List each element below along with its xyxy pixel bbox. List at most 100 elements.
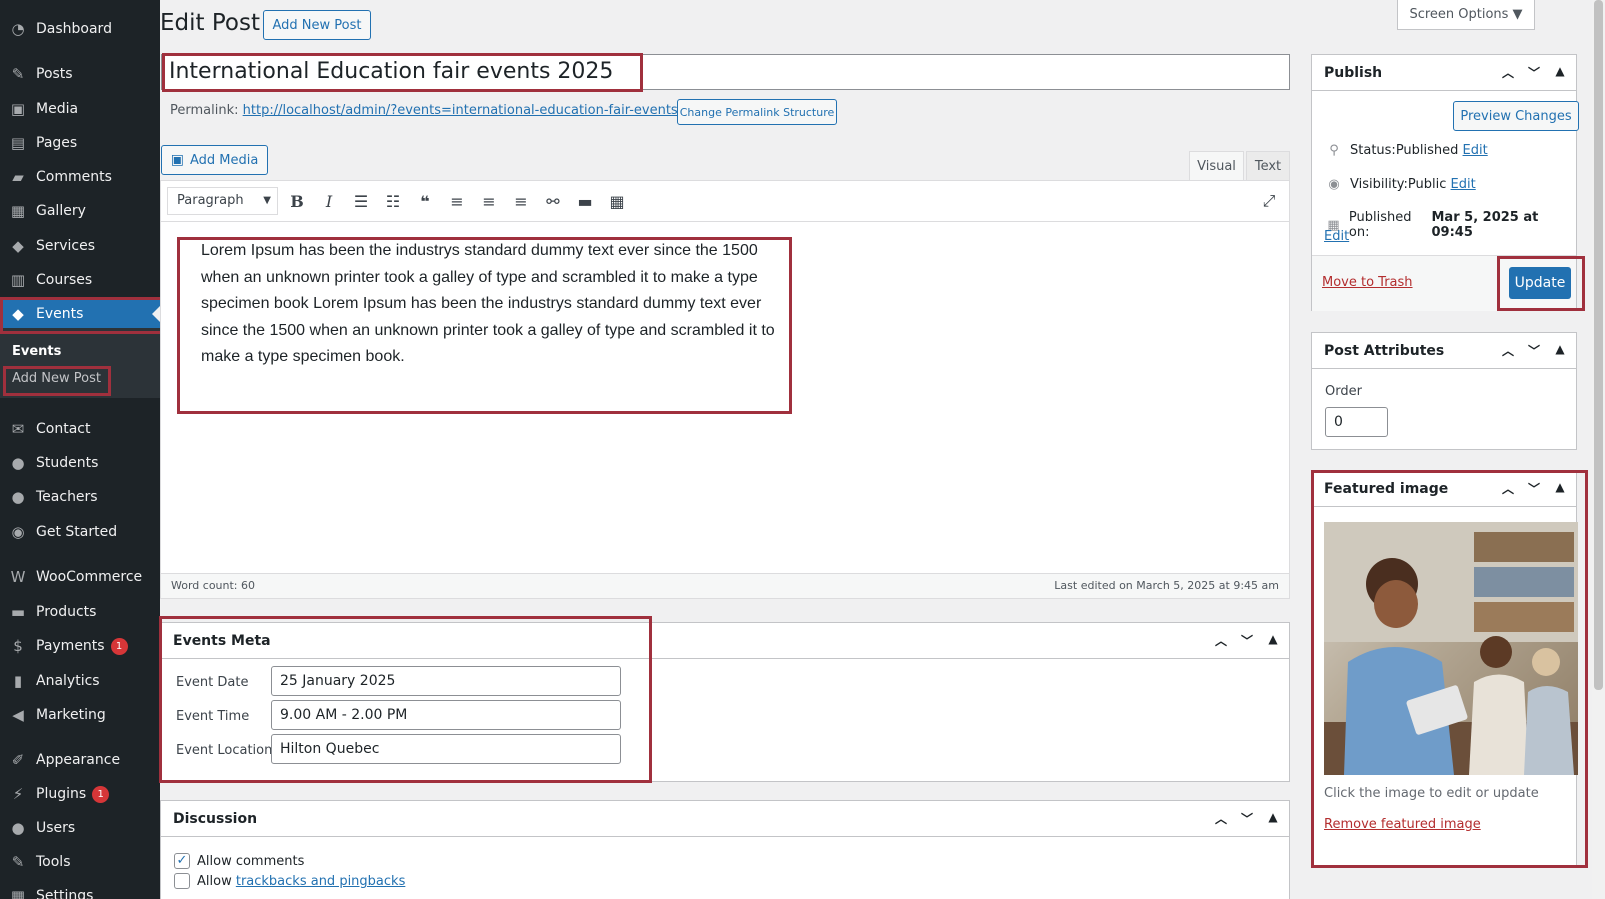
toggle-arrow-icon[interactable]: ▲ <box>1265 632 1281 649</box>
featured-image-box: Featured image ︿ ﹀ ▲ Click the image to ed… <box>1311 470 1578 868</box>
toggle-arrow-icon[interactable]: ▲ <box>1552 64 1568 81</box>
publish-box: Publish ︿ ﹀ ▲ Preview Changes ⚲ Status: Pub… <box>1311 54 1579 311</box>
events-meta-box: Events Meta ︿ ﹀ ▲ Event Date 25 January 20… <box>160 622 1290 782</box>
align-left-icon[interactable]: ≡ <box>445 191 469 211</box>
chevron-down-icon[interactable]: ﹀ <box>1526 342 1542 359</box>
status-edit-link[interactable]: Edit <box>1463 143 1488 158</box>
sidebar-item-marketing[interactable]: ◀ Marketing <box>0 698 160 732</box>
tab-visual[interactable]: Visual <box>1189 151 1244 181</box>
allow-comments-checkbox[interactable]: ✓ <box>174 853 190 869</box>
sidebar-item-teachers[interactable]: ● Teachers <box>0 480 160 514</box>
update-button[interactable]: Update <box>1509 267 1571 299</box>
sidebar-item-label: Events <box>36 306 84 322</box>
brush-icon: ✐ <box>11 751 25 769</box>
bar-chart-icon: ▮ <box>13 672 23 690</box>
post-content[interactable]: Lorem Ipsum has been the industrys stand… <box>201 238 781 371</box>
sidebar-item-tools[interactable]: ✎ Tools <box>0 845 160 879</box>
sidebar-item-comments[interactable]: ▰ Comments <box>0 160 160 194</box>
change-permalink-button[interactable]: Change Permalink Structure <box>677 99 837 125</box>
sidebar-item-events[interactable]: ◆ Events <box>0 297 160 331</box>
bullet-list-icon[interactable]: ☰ <box>349 191 373 211</box>
event-date-input[interactable]: 25 January 2025 <box>271 666 621 696</box>
move-to-trash-link[interactable]: Move to Trash <box>1322 275 1413 290</box>
megaphone-icon: ◀ <box>12 706 24 724</box>
chevron-down-icon[interactable]: ﹀ <box>1526 480 1542 497</box>
add-media-button[interactable]: ▣ Add Media <box>161 145 268 175</box>
bold-icon[interactable]: B <box>285 191 309 211</box>
toggle-arrow-icon[interactable]: ▲ <box>1552 480 1568 497</box>
blockquote-icon[interactable]: ❝ <box>413 191 437 211</box>
chevron-down-icon[interactable]: ﹀ <box>1239 810 1255 827</box>
scrollbar[interactable] <box>1592 0 1605 899</box>
trackbacks-link[interactable]: trackbacks and pingbacks <box>236 874 406 889</box>
sidebar-item-woocommerce[interactable]: W WooCommerce <box>0 560 160 594</box>
sidebar-item-users[interactable]: ● Users <box>0 811 160 845</box>
sidebar-item-services[interactable]: ◆ Services <box>0 229 160 263</box>
sidebar-item-gallery[interactable]: ▦ Gallery <box>0 194 160 228</box>
submenu-item-events[interactable]: Events <box>12 344 61 359</box>
fullscreen-icon[interactable]: ⤢ <box>1257 191 1281 211</box>
sidebar-item-analytics[interactable]: ▮ Analytics <box>0 664 160 698</box>
toolbar-toggle-icon[interactable]: ▦ <box>605 191 629 211</box>
submenu-item-add-new-post[interactable]: Add New Post <box>12 371 101 386</box>
sidebar-item-pages[interactable]: ▤ Pages <box>0 126 160 160</box>
page-title: Edit Post <box>160 10 260 36</box>
chevron-up-icon[interactable]: ︿ <box>1213 632 1229 649</box>
sidebar-item-appearance[interactable]: ✐ Appearance <box>0 743 160 777</box>
content-line: since the 1500 when an unknown printer t… <box>201 321 775 339</box>
featured-image-title: Featured image <box>1324 480 1449 497</box>
featured-image-thumbnail[interactable] <box>1324 522 1578 775</box>
globe-icon: ◉ <box>11 523 25 541</box>
chevron-up-icon[interactable]: ︿ <box>1500 480 1516 497</box>
allow-trackbacks-checkbox[interactable] <box>174 873 190 889</box>
sidebar-item-label: Get Started <box>36 524 118 540</box>
chevron-up-icon[interactable]: ︿ <box>1500 342 1516 359</box>
sidebar-item-media[interactable]: ▣ Media <box>0 92 160 126</box>
allow-trackbacks-label: Allow <box>197 874 236 889</box>
sidebar-item-payments[interactable]: $ Payments 1 <box>0 629 160 663</box>
toggle-arrow-icon[interactable]: ▲ <box>1265 810 1281 827</box>
sidebar-item-posts[interactable]: ✎ Posts <box>0 57 160 91</box>
chevron-down-icon[interactable]: ﹀ <box>1239 632 1255 649</box>
sidebar-item-dashboard[interactable]: ◔ Dashboard <box>0 12 160 46</box>
dashboard-icon: ◔ <box>11 20 25 38</box>
sidebar-item-label: Marketing <box>36 707 106 723</box>
sidebar-item-label: Contact <box>36 421 91 437</box>
screen-options-button[interactable]: Screen Options ▼ <box>1397 0 1535 30</box>
link-icon[interactable]: ⚯ <box>541 191 565 211</box>
italic-icon[interactable]: I <box>317 191 341 211</box>
visibility-edit-link[interactable]: Edit <box>1451 177 1476 192</box>
pin-icon: ✎ <box>11 65 25 83</box>
chevron-up-icon[interactable]: ︿ <box>1213 810 1229 827</box>
pin-icon: ⚲ <box>1329 143 1339 158</box>
read-more-icon[interactable]: ▬ <box>573 191 597 211</box>
remove-featured-image-link[interactable]: Remove featured image <box>1324 817 1481 832</box>
order-input[interactable]: 0 <box>1325 407 1388 437</box>
sidebar-item-products[interactable]: ▬ Products <box>0 595 160 629</box>
preview-changes-button[interactable]: Preview Changes <box>1453 101 1579 131</box>
discussion-box: Discussion ︿ ﹀ ▲ ✓ Allow comments Allow tr… <box>160 800 1290 899</box>
tab-text[interactable]: Text <box>1246 151 1290 181</box>
align-right-icon[interactable]: ≡ <box>509 191 533 211</box>
sidebar-item-settings[interactable]: ▦ Settings <box>0 879 160 899</box>
published-edit-link[interactable]: Edit <box>1324 229 1349 244</box>
products-icon: ▬ <box>10 603 26 621</box>
chevron-down-icon[interactable]: ﹀ <box>1526 64 1542 81</box>
tag-icon: ◆ <box>12 305 24 323</box>
sidebar-item-students[interactable]: ● Students <box>0 446 160 480</box>
sidebar-item-contact[interactable]: ✉ Contact <box>0 412 160 446</box>
scrollbar-thumb[interactable] <box>1594 0 1603 690</box>
sidebar-item-courses[interactable]: ▥ Courses <box>0 263 160 297</box>
format-select[interactable]: Paragraph ▼ <box>167 187 278 215</box>
add-new-post-button[interactable]: Add New Post <box>263 10 371 40</box>
align-center-icon[interactable]: ≡ <box>477 191 501 211</box>
event-time-input[interactable]: 9.00 AM - 2.00 PM <box>271 700 621 730</box>
sidebar-item-get-started[interactable]: ◉ Get Started <box>0 515 160 549</box>
numbered-list-icon[interactable]: ☷ <box>381 191 405 211</box>
toggle-arrow-icon[interactable]: ▲ <box>1552 342 1568 359</box>
permalink-link[interactable]: http://localhost/admin/?events=internati… <box>243 103 716 118</box>
post-title-input[interactable]: International Education fair events 2025 <box>161 54 1290 90</box>
event-location-input[interactable]: Hilton Quebec <box>271 734 621 764</box>
sidebar-item-plugins[interactable]: ⚡ Plugins 1 <box>0 777 160 811</box>
chevron-up-icon[interactable]: ︿ <box>1500 64 1516 81</box>
